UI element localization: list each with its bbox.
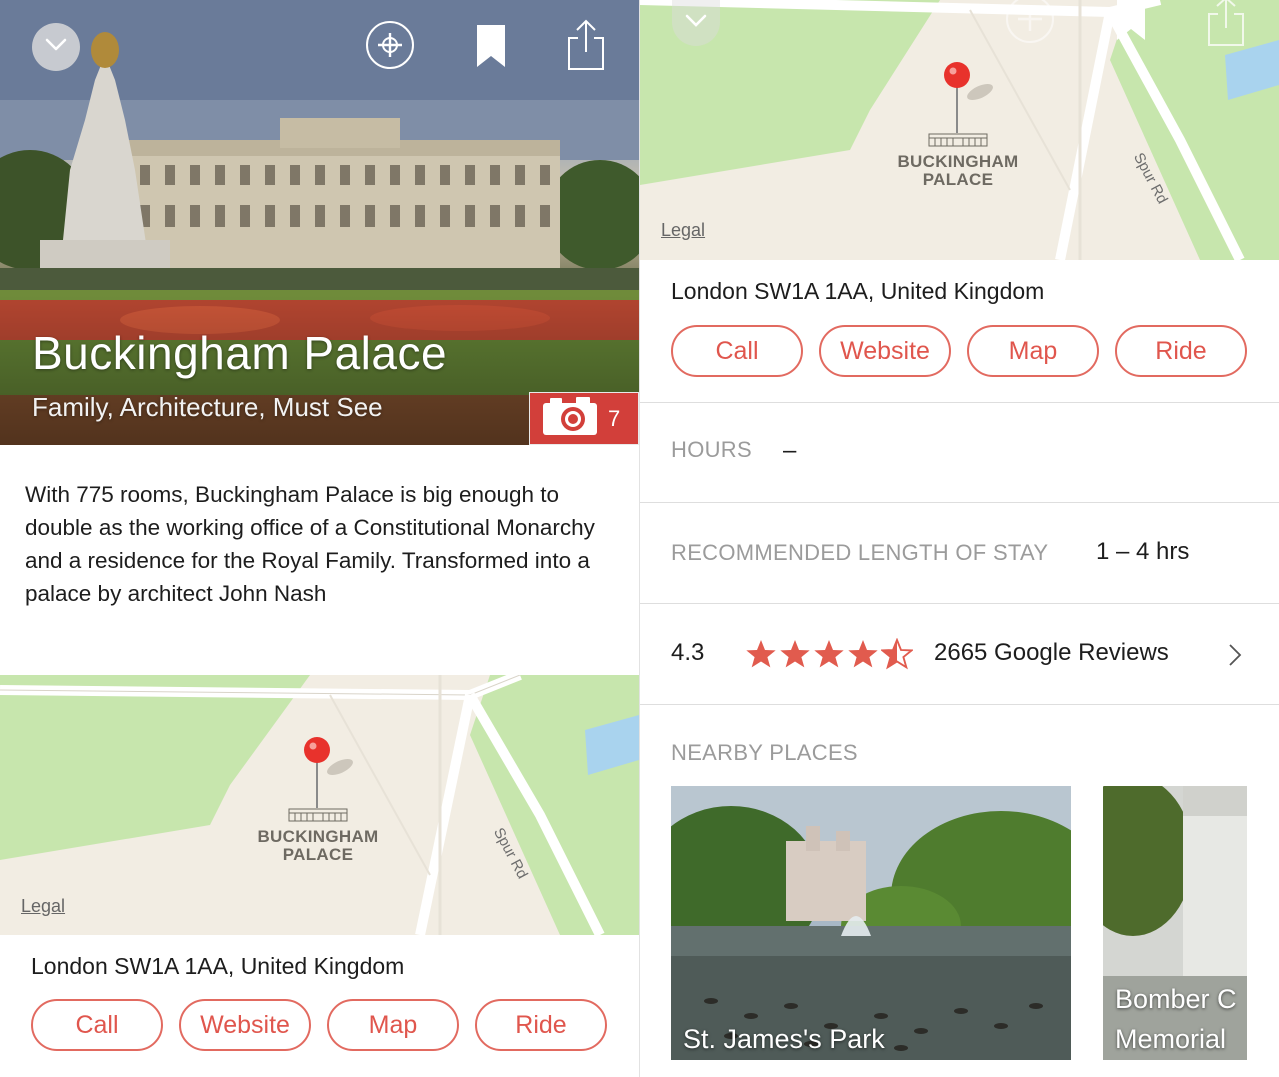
map-legal-link[interactable]: Legal bbox=[21, 896, 65, 917]
collapse-button[interactable] bbox=[32, 23, 80, 71]
photo-gallery-button[interactable]: 7 bbox=[529, 392, 639, 445]
share-icon bbox=[565, 18, 607, 77]
map-illustration bbox=[0, 675, 639, 935]
add-to-trip-button[interactable] bbox=[365, 20, 415, 75]
star-icon bbox=[746, 640, 776, 668]
map-legal-link[interactable]: Legal bbox=[661, 220, 705, 241]
add-circle-icon bbox=[1005, 0, 1055, 49]
nearby-place-name: St. James's Park bbox=[683, 1024, 885, 1054]
address-text: London SW1A 1AA, United Kingdom bbox=[31, 953, 405, 979]
ride-button[interactable]: Ride bbox=[1115, 325, 1247, 377]
nearby-places-header: NEARBY PLACES bbox=[671, 740, 858, 765]
photo-count: 7 bbox=[608, 405, 621, 431]
star-half-icon bbox=[881, 638, 913, 670]
stay-length-value: 1 – 4 hrs bbox=[1096, 538, 1190, 565]
place-description: With 775 rooms, Buckingham Palace is big… bbox=[25, 482, 595, 606]
location-map[interactable]: BUCKINGHAM PALACE Spur Rd Legal bbox=[0, 675, 639, 935]
call-button[interactable]: Call bbox=[671, 325, 803, 377]
rating-value: 4.3 bbox=[671, 639, 705, 666]
map-button[interactable]: Map bbox=[327, 999, 459, 1051]
map-place-label-line1: BUCKINGHAM bbox=[257, 827, 379, 846]
nearby-card-bomber-command-memorial[interactable]: Bomber C Memorial bbox=[1103, 786, 1247, 1060]
bookmark-icon bbox=[1114, 0, 1148, 47]
map-place-label: BUCKINGHAM PALACE bbox=[250, 828, 386, 864]
chevron-down-icon bbox=[685, 14, 707, 33]
divider bbox=[640, 502, 1279, 503]
place-title: Buckingham Palace bbox=[32, 327, 448, 379]
rating-stars bbox=[745, 638, 913, 670]
stay-length-label: RECOMMENDED LENGTH OF STAY bbox=[671, 540, 1049, 565]
add-circle-icon bbox=[365, 20, 415, 75]
map-place-label-line2: PALACE bbox=[282, 845, 354, 864]
chevron-down-icon bbox=[45, 38, 67, 57]
hours-value: – bbox=[783, 437, 797, 464]
nearby-place-name-line2: Memorial bbox=[1115, 1024, 1227, 1054]
star-icon bbox=[814, 640, 844, 668]
website-button[interactable]: Website bbox=[819, 325, 951, 377]
star-icon bbox=[780, 640, 810, 668]
place-categories: Family, Architecture, Must See bbox=[32, 392, 383, 422]
google-reviews-row[interactable]: 4.3 2665 Google Reviews bbox=[640, 605, 1279, 705]
nearby-place-name-line1: Bomber C bbox=[1115, 984, 1237, 1014]
map-place-label: BUCKINGHAM PALACE bbox=[890, 153, 1026, 189]
collapse-button-faded[interactable] bbox=[672, 0, 720, 46]
map-place-label-line1: BUCKINGHAM bbox=[897, 152, 1019, 171]
reviews-count: 2665 Google Reviews bbox=[934, 639, 1169, 666]
chevron-right-icon bbox=[1228, 643, 1242, 672]
divider bbox=[640, 402, 1279, 403]
bookmark-button-faded[interactable] bbox=[1114, 0, 1148, 44]
ride-button[interactable]: Ride bbox=[475, 999, 607, 1051]
address-text: London SW1A 1AA, United Kingdom bbox=[671, 278, 1045, 304]
location-map-scrolled[interactable]: BUCKINGHAM PALACE Spur Rd Legal bbox=[640, 0, 1279, 260]
hero-photo[interactable]: Buckingham Palace Family, Architecture, … bbox=[0, 0, 639, 445]
bookmark-icon bbox=[474, 23, 508, 74]
divider bbox=[640, 603, 1279, 604]
divider bbox=[640, 704, 1279, 705]
add-to-trip-button-faded[interactable] bbox=[1005, 0, 1055, 46]
call-button[interactable]: Call bbox=[31, 999, 163, 1051]
share-button[interactable] bbox=[563, 18, 609, 77]
map-button[interactable]: Map bbox=[967, 325, 1099, 377]
hours-label: HOURS bbox=[671, 437, 752, 462]
map-illustration-scrolled bbox=[640, 0, 1279, 260]
place-detail-screen-scrolled: BUCKINGHAM PALACE Spur Rd Legal London S… bbox=[640, 0, 1279, 1077]
website-button[interactable]: Website bbox=[179, 999, 311, 1051]
place-detail-screen-top: Buckingham Palace Family, Architecture, … bbox=[0, 0, 639, 1077]
bookmark-button[interactable] bbox=[470, 24, 512, 72]
map-place-label-line2: PALACE bbox=[922, 170, 994, 189]
star-icon bbox=[848, 640, 878, 668]
share-button-faded[interactable] bbox=[1205, 0, 1247, 50]
nearby-card-st-jamess-park[interactable]: St. James's Park bbox=[671, 786, 1071, 1060]
camera-icon bbox=[542, 396, 598, 442]
share-icon bbox=[1205, 0, 1247, 53]
